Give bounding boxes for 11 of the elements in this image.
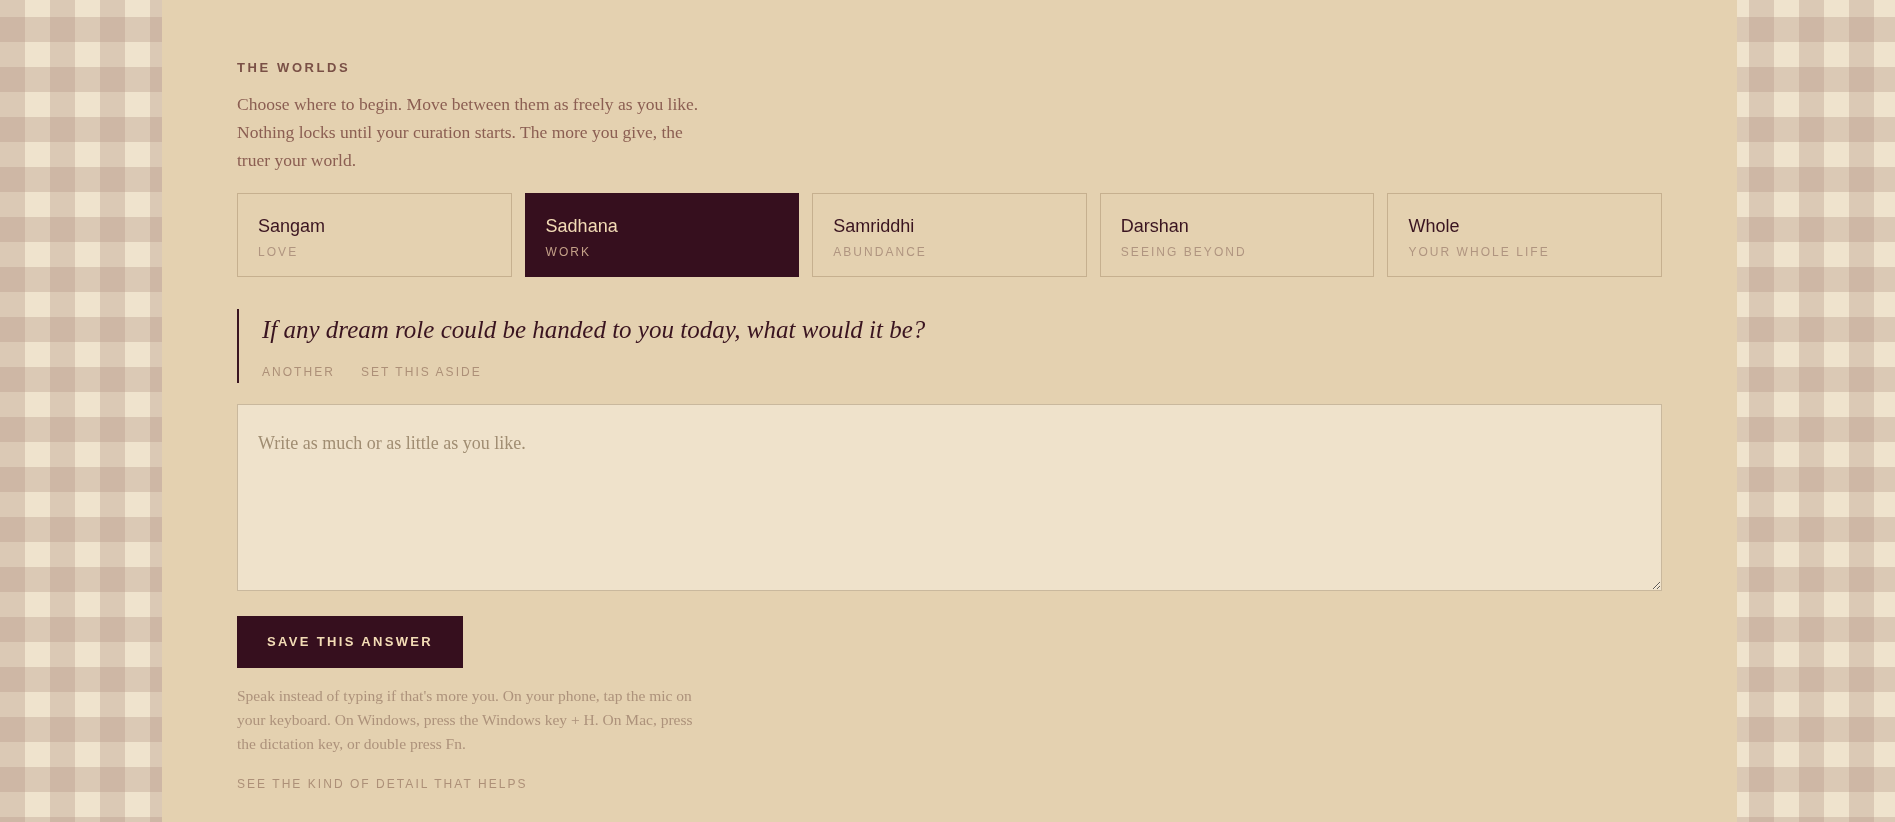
- world-tab[interactable]: Sadhana WORK: [524, 193, 800, 277]
- intro-text: Choose where to begin. Move between them as freely as you like. Nothing locks until your curation starts. The more you give, the truer your world.: [237, 93, 700, 172]
- answer-field[interactable]: Write as much or as little as you like.: [237, 404, 1662, 591]
- dictation-hint-text: Speak instead of typing if that's more you. On your phone, tap the mic on your keyboard. On Windows, press the Windows key + H. On Mac, press the dictation key, or double press Fn.: [237, 686, 694, 754]
- save-answer-button[interactable]: SAVE THIS ANSWER: [237, 616, 463, 668]
- world-tab[interactable]: Samriddhi ABUNDANCE: [812, 193, 1087, 277]
- section-heading: THE WORLDS: [237, 60, 351, 76]
- question-text: If any dream role could be handed to you today, what would it be?: [262, 315, 927, 345]
- world-tab[interactable]: Darshan SEEING BEYOND: [1099, 193, 1375, 277]
- world-tab[interactable]: Sangam LOVE: [237, 193, 512, 277]
- world-tab[interactable]: Whole YOUR WHOLE LIFE: [1387, 193, 1662, 277]
